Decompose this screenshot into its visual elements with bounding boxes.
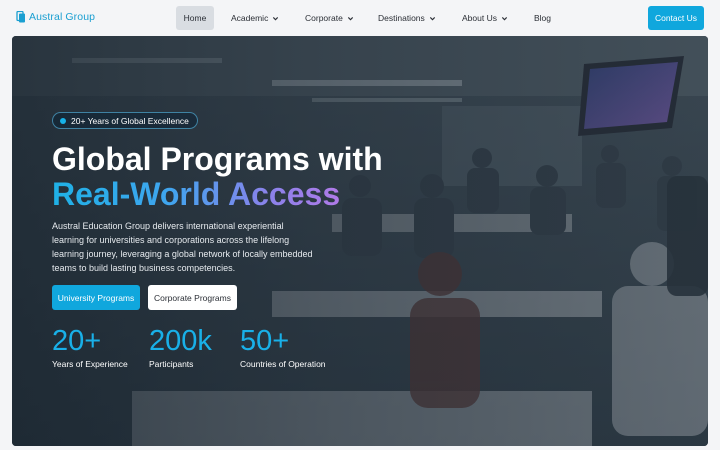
nav-destinations[interactable]: Destinations: [378, 6, 436, 30]
badge-label: 20+ Years of Global Excellence: [71, 115, 189, 126]
site-header: Austral Group Home Academic Corporate De…: [0, 0, 720, 36]
hero-section: 20+ Years of Global Excellence Global Pr…: [12, 36, 708, 446]
nav-academic[interactable]: Academic: [231, 6, 279, 30]
stat-label: Countries of Operation: [240, 359, 326, 369]
nav-home[interactable]: Home: [176, 6, 214, 30]
stat-value: 50+: [240, 325, 290, 357]
nav-destinations-label: Destinations: [378, 13, 425, 23]
chevron-down-icon: [347, 16, 353, 20]
nav-corporate-label: Corporate: [305, 13, 343, 23]
brand-name: Austral Group: [29, 11, 96, 23]
experience-badge: 20+ Years of Global Excellence: [52, 112, 198, 129]
stat-label: Years of Experience: [52, 359, 128, 369]
stat-participants: 200k Participants: [149, 325, 212, 369]
hero-title-line-1: Global Programs with: [52, 141, 383, 177]
stat-countries: 50+ Countries of Operation: [240, 325, 326, 369]
brand-logo[interactable]: Austral Group: [16, 11, 95, 23]
nav-about[interactable]: About Us: [462, 6, 508, 30]
status-dot-icon: [60, 117, 66, 124]
nav-about-label: About Us: [462, 13, 497, 23]
stat-years: 20+ Years of Experience: [52, 325, 128, 369]
stacked-book-icon: [16, 11, 25, 23]
university-programs-button[interactable]: University Programs: [52, 285, 140, 310]
nav-corporate[interactable]: Corporate: [305, 6, 354, 30]
stat-value: 200k: [149, 325, 212, 357]
hero-description: Austral Education Group delivers interna…: [52, 221, 313, 273]
nav-blog[interactable]: Blog: [534, 6, 551, 30]
stat-label: Participants: [149, 359, 194, 369]
hero-title-line-2: Real-World Access: [52, 176, 341, 212]
corporate-programs-button[interactable]: Corporate Programs: [148, 285, 237, 310]
stat-value: 20+: [52, 325, 102, 357]
chevron-down-icon: [273, 16, 279, 20]
chevron-down-icon: [429, 16, 435, 20]
nav-academic-label: Academic: [231, 13, 269, 23]
chevron-down-icon: [501, 16, 508, 20]
contact-us-button[interactable]: Contact Us: [648, 6, 704, 30]
